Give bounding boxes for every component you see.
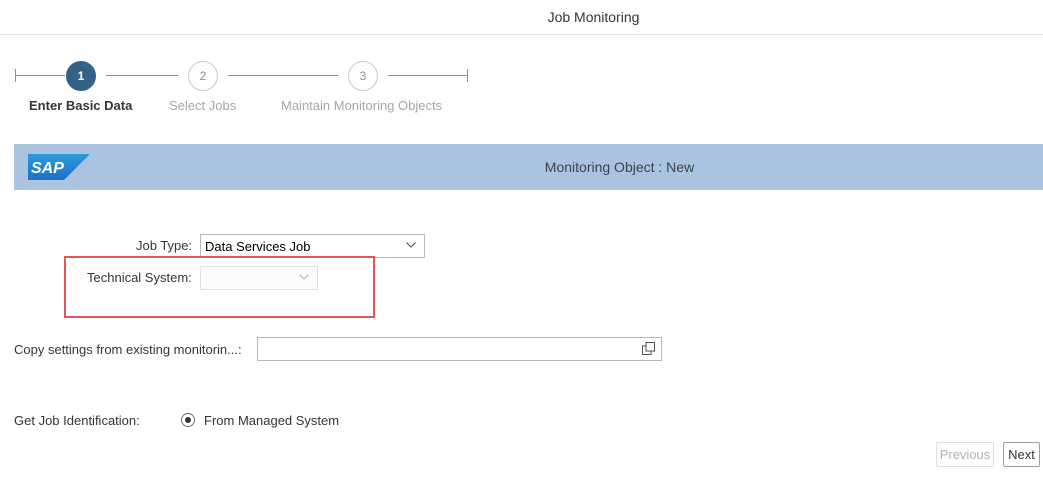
wizard-progress: 1 2 3 Enter Basic Data Select Jobs Maint… [0, 40, 1043, 130]
wizard-step-1-label[interactable]: Enter Basic Data [29, 98, 132, 113]
wizard-step-2[interactable]: 2 [188, 61, 218, 91]
wizard-step-1[interactable]: 1 [66, 61, 96, 91]
wizard-step-number: 2 [199, 69, 207, 83]
object-title: Monitoring Object : New [544, 159, 695, 175]
previous-button[interactable]: Previous [936, 442, 994, 467]
copy-settings-input[interactable] [257, 337, 662, 361]
chevron-down-icon [406, 242, 416, 248]
highlight-box [64, 256, 375, 318]
sap-logo-text: SAP [31, 160, 64, 177]
radio-selected-dot [185, 417, 191, 423]
job-identification-label: Get Job Identification: [14, 413, 140, 428]
next-button[interactable]: Next [1003, 442, 1040, 467]
from-managed-system-label[interactable]: From Managed System [204, 413, 339, 428]
wizard-line [388, 75, 468, 76]
wizard-step-2-label[interactable]: Select Jobs [169, 98, 236, 113]
page-title: Job Monitoring [547, 9, 640, 25]
wizard-step-3-label[interactable]: Maintain Monitoring Objects [281, 98, 442, 113]
wizard-line [228, 75, 338, 76]
job-type-select[interactable]: Data Services Job [200, 234, 425, 258]
sap-logo: SAP [28, 154, 90, 180]
object-header-bar: Monitoring Object : New SAP [14, 144, 1043, 190]
wizard-end-tick [467, 69, 468, 82]
wizard-step-3[interactable]: 3 [348, 61, 378, 91]
wizard-step-number: 1 [77, 69, 85, 83]
value-help-icon[interactable] [642, 342, 655, 355]
copy-settings-label: Copy settings from existing monitorin...… [14, 342, 242, 357]
job-type-label: Job Type: [136, 238, 193, 253]
job-type-value: Data Services Job [205, 238, 311, 254]
wizard-line [15, 75, 65, 76]
from-managed-system-radio[interactable] [181, 413, 195, 427]
wizard-line [106, 75, 178, 76]
title-bar: Job Monitoring [0, 0, 1043, 35]
wizard-step-number: 3 [359, 69, 367, 83]
